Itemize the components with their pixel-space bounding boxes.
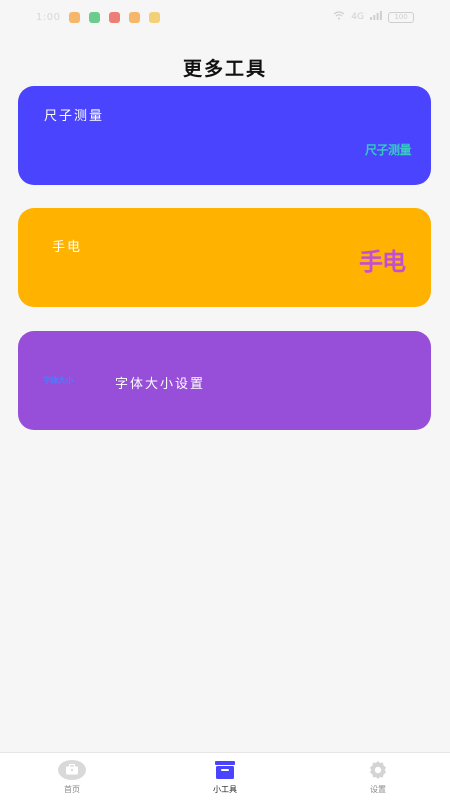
notification-icon [69,11,81,23]
ruler-card-art: 尺子测量 [364,143,412,157]
tab-tools-label: 小工具 [213,785,237,794]
tab-home-label: 首页 [64,785,80,794]
home-icon [58,759,86,781]
tab-home[interactable]: 首页 [22,753,122,800]
ruler-card[interactable]: 尺子测量 尺子测量 [18,86,431,185]
toolbox-icon [211,759,239,781]
status-bar: 1:00 4G 100 [0,0,450,34]
status-left: 1:00 [36,11,161,23]
flashlight-card-label: 手电 [52,240,83,255]
status-time: 1:00 [36,11,61,23]
bottom-tab-bar: 首页 小工具 设置 [0,752,450,800]
alert-icon [149,11,161,23]
signal-icon [370,11,382,23]
status-right: 4G 100 [333,11,414,23]
font-size-card-label: 字体大小设置 [115,377,206,392]
font-size-card-art: 字体大小 [43,376,74,385]
app-screen: 1:00 4G 100 更多工具 尺子测量 尺子测量 手电 手电 字体大小 字体… [0,0,450,800]
tab-tools[interactable]: 小工具 [175,753,275,800]
ruler-card-label: 尺子测量 [44,109,105,124]
page-title: 更多工具 [182,58,267,80]
flashlight-card-art: 手电 [359,248,406,276]
font-size-card[interactable]: 字体大小 字体大小设置 [18,331,431,430]
gear-icon [364,759,392,781]
tab-settings[interactable]: 设置 [328,753,428,800]
flashlight-card[interactable]: 手电 手电 [18,208,431,307]
network-type: 4G [351,12,364,22]
message-icon [89,11,101,23]
notification-icon-2 [129,11,141,23]
wifi-icon [333,11,345,23]
battery-icon: 100 [388,11,414,23]
tab-settings-label: 设置 [370,785,386,794]
video-app-icon [109,11,121,23]
